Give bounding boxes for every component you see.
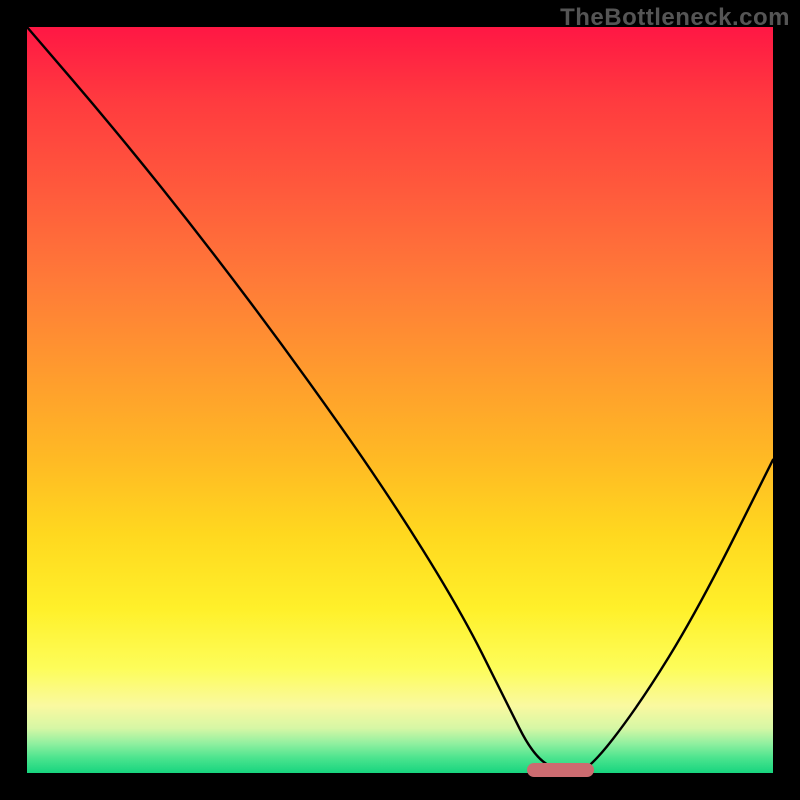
watermark-text: TheBottleneck.com <box>560 4 790 32</box>
curve-path <box>27 27 773 773</box>
bottleneck-curve <box>27 27 773 773</box>
optimal-range-marker <box>527 763 594 777</box>
chart-frame: TheBottleneck.com <box>0 0 800 800</box>
plot-area <box>27 27 773 773</box>
